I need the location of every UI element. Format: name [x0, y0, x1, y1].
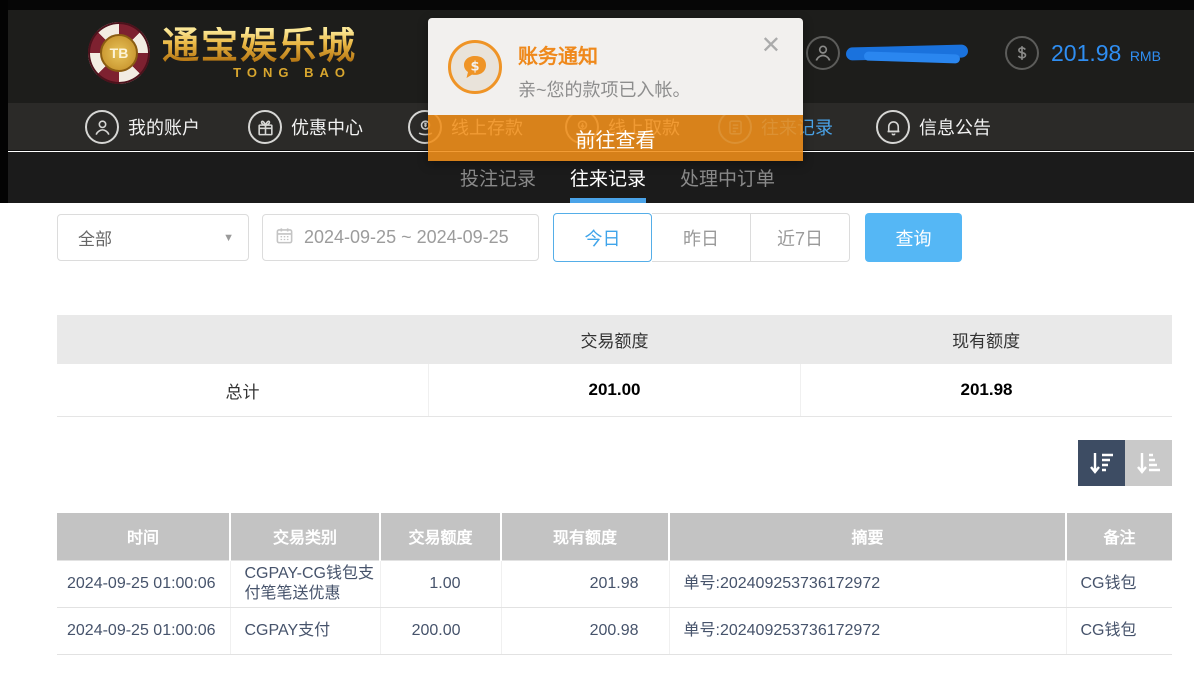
- nav-label: 优惠中心: [291, 114, 363, 140]
- sort-descending-button[interactable]: [1078, 440, 1125, 486]
- account-icon: [85, 110, 119, 144]
- date-range-value: 2024-09-25 ~ 2024-09-25: [304, 227, 509, 248]
- tab-label: 投注记录: [460, 164, 536, 191]
- notification-body: $ 账务通知 亲~您的款项已入帐。 ✕: [428, 18, 803, 115]
- cell-time: 2024-09-25 01:00:06: [57, 560, 230, 607]
- notification-popup: $ 账务通知 亲~您的款项已入帐。 ✕ 前往查看: [428, 18, 803, 161]
- brand: 通宝娱乐城 TONG BAO: [162, 27, 357, 79]
- brand-name: 通宝娱乐城: [162, 27, 357, 64]
- nav-label: 信息公告: [919, 114, 991, 140]
- summary-header-transaction: 交易额度: [429, 315, 801, 364]
- top-edge-strip: [0, 0, 1194, 10]
- notification-view-label: 前往查看: [576, 124, 656, 153]
- records-header-row: 时间 交易类别 交易额度 现有额度 摘要 备注: [57, 513, 1172, 560]
- col-header-note: 备注: [1066, 513, 1172, 560]
- nav-item-announcements[interactable]: 信息公告: [876, 103, 991, 151]
- summary-header-empty: [57, 315, 429, 364]
- svg-text:$: $: [470, 60, 479, 75]
- brand-subtitle: TONG BAO: [233, 66, 357, 79]
- quick-button-label: 近7日: [777, 225, 823, 251]
- search-button[interactable]: 查询: [865, 213, 962, 262]
- col-header-amount: 交易额度: [380, 513, 501, 560]
- notification-title: 账务通知: [518, 40, 598, 69]
- cell-time: 2024-09-25 01:00:06: [57, 607, 230, 654]
- summary-total-label: 总计: [57, 364, 429, 416]
- quick-button-label: 今日: [585, 225, 621, 251]
- money-message-icon: $: [448, 40, 502, 94]
- left-edge-strip: [0, 0, 8, 203]
- quick-yesterday-button[interactable]: 昨日: [652, 213, 751, 262]
- date-range-picker[interactable]: 2024-09-25 ~ 2024-09-25: [262, 214, 539, 261]
- cell-note: CG钱包: [1066, 560, 1172, 607]
- close-icon[interactable]: ✕: [761, 34, 781, 58]
- sort-ascending-button[interactable]: [1125, 440, 1172, 486]
- quick-date-group: 今日 昨日 近7日: [553, 213, 850, 262]
- type-select[interactable]: 全部 ▼: [57, 214, 249, 261]
- summary-current-amount: 201.98: [801, 364, 1172, 416]
- nav-item-my-account[interactable]: 我的账户: [85, 103, 200, 151]
- username-redacted: [846, 44, 968, 62]
- balance-amount: 201.98: [1051, 40, 1121, 66]
- user-icon: [806, 36, 840, 70]
- summary-transaction-amount: 201.00: [429, 364, 801, 416]
- quick-last7days-button[interactable]: 近7日: [751, 213, 850, 262]
- gift-icon: [248, 110, 282, 144]
- cell-amount: 200.00: [380, 607, 501, 654]
- cell-balance: 201.98: [501, 560, 669, 607]
- nav-item-promotions[interactable]: 优惠中心: [248, 103, 363, 151]
- dollar-circle-icon: [1005, 36, 1039, 70]
- summary-total-row: 总计 201.00 201.98: [57, 364, 1172, 417]
- tab-label: 处理中订单: [680, 164, 775, 191]
- calendar-icon: [275, 226, 294, 250]
- logo[interactable]: TB 通宝娱乐城 TONG BAO: [88, 22, 357, 84]
- search-button-label: 查询: [896, 225, 932, 251]
- balance-currency: RMB: [1130, 48, 1161, 64]
- user-account[interactable]: [806, 36, 968, 70]
- quick-button-label: 昨日: [683, 225, 719, 251]
- col-header-balance: 现有额度: [501, 513, 669, 560]
- col-header-time: 时间: [57, 513, 230, 560]
- cell-type: CGPAY支付: [230, 607, 380, 654]
- col-header-summary: 摘要: [669, 513, 1066, 560]
- cell-type: CGPAY-CG钱包支付笔笔送优惠: [230, 560, 380, 607]
- tab-label: 往来记录: [570, 164, 646, 191]
- chip-tb-label: TB: [100, 34, 138, 72]
- summary-table: 交易额度 现有额度 总计 201.00 201.98: [57, 315, 1172, 417]
- summary-header-row: 交易额度 现有额度: [57, 315, 1172, 364]
- table-row: 2024-09-25 01:00:06 CGPAY-CG钱包支付笔笔送优惠 1.…: [57, 560, 1172, 607]
- page: TB 通宝娱乐城 TONG BAO 201.: [0, 0, 1194, 676]
- nav-label: 我的账户: [128, 114, 200, 140]
- table-row: 2024-09-25 01:00:06 CGPAY支付 200.00 200.9…: [57, 607, 1172, 654]
- cell-note: CG钱包: [1066, 607, 1172, 654]
- quick-today-button[interactable]: 今日: [553, 213, 652, 262]
- type-select-value: 全部: [78, 225, 112, 250]
- summary-header-current: 现有额度: [800, 315, 1172, 364]
- casino-chip-icon: TB: [88, 22, 150, 84]
- notification-view-button[interactable]: 前往查看: [428, 115, 803, 161]
- cell-amount: 1.00: [380, 560, 501, 607]
- col-header-type: 交易类别: [230, 513, 380, 560]
- bell-icon: [876, 110, 910, 144]
- cell-balance: 200.98: [501, 607, 669, 654]
- cell-summary: 单号:202409253736172972: [669, 607, 1066, 654]
- active-tab-underline: [570, 198, 646, 203]
- sort-controls: [1078, 440, 1172, 486]
- notification-message: 亲~您的款项已入帐。: [518, 76, 691, 102]
- records-table: 时间 交易类别 交易额度 现有额度 摘要 备注 2024-09-25 01:00…: [57, 513, 1172, 655]
- chevron-down-icon: ▼: [223, 232, 234, 244]
- balance[interactable]: 201.98 RMB: [1005, 36, 1161, 70]
- cell-summary: 单号:202409253736172972: [669, 560, 1066, 607]
